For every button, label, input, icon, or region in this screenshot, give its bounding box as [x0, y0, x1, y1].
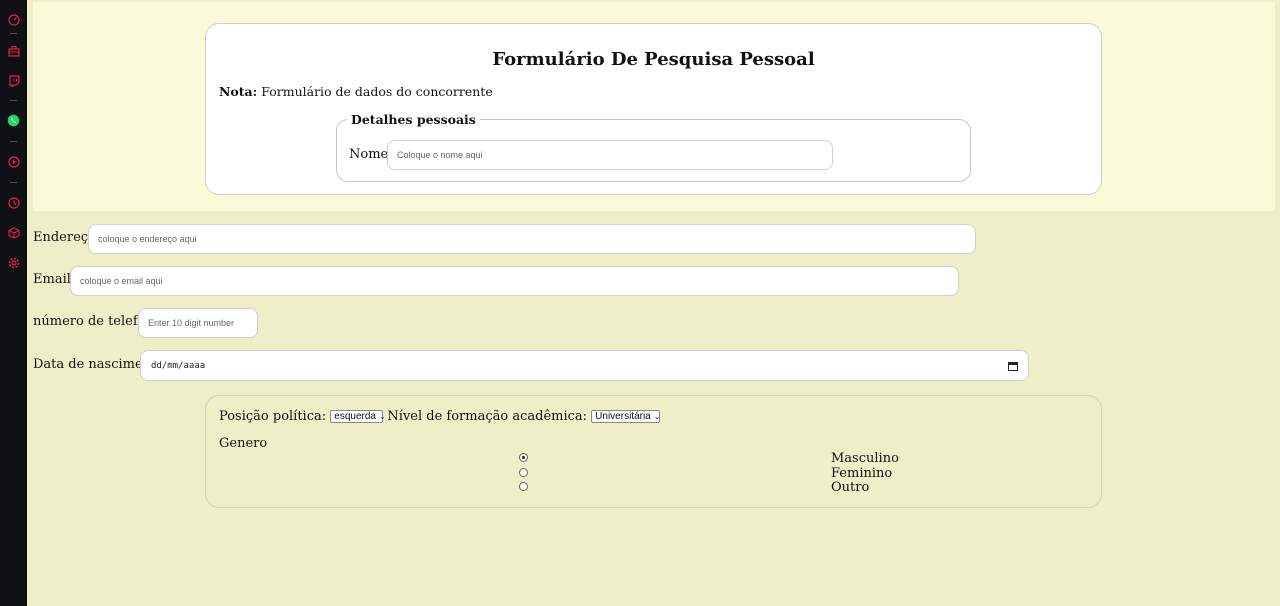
sidebar — [0, 0, 27, 606]
briefcase-icon[interactable] — [7, 44, 20, 57]
politics-select[interactable]: esquerda ⌄ — [330, 410, 386, 423]
personal-details-legend: Detalhes pessoais — [351, 112, 476, 127]
education-select[interactable]: Universitária ⌄ — [591, 410, 660, 423]
gear-icon[interactable] — [7, 256, 20, 269]
gender-option-label: Feminino — [831, 466, 893, 481]
preferences-card: Posição política: esquerda ⌄ Nível de for… — [205, 395, 1102, 508]
selects-row: Posição política: esquerda ⌄ Nível de for… — [219, 409, 660, 424]
whatsapp-icon[interactable] — [7, 114, 20, 127]
note-label: Nota: — [219, 84, 258, 99]
address-input[interactable]: coloque o endereço aqui — [88, 224, 976, 254]
politics-value: esquerda — [334, 411, 376, 422]
personal-details-fieldset: Detalhes pessoais Nome: Coloque o nome a… — [336, 112, 971, 182]
note: Nota: Formulário de dados do concorrente — [219, 84, 493, 99]
gender-radio-masculino[interactable] — [519, 453, 528, 462]
gender-radio-outro[interactable] — [519, 482, 528, 491]
twitch-icon[interactable] — [7, 74, 20, 87]
gender-radio-feminino[interactable] — [519, 468, 528, 477]
birthdate-value: dd/mm/aaaa — [151, 360, 206, 371]
cube-icon[interactable] — [7, 226, 20, 239]
header-card: Formulário De Pesquisa Pessoal Nota: For… — [205, 23, 1102, 195]
email-input[interactable]: coloque o email aqui — [70, 266, 959, 296]
education-label: Nível de formação acadêmica: — [387, 409, 588, 424]
chevron-down-icon: ⌄ — [653, 412, 661, 421]
gender-option-label: Outro — [831, 480, 870, 495]
calendar-icon[interactable] — [1008, 361, 1018, 371]
gender-option-label: Masculino — [831, 451, 899, 466]
name-input[interactable]: Coloque o nome aqui — [387, 140, 833, 170]
note-text: Formulário de dados do concorrente — [257, 84, 493, 99]
education-value: Universitária — [595, 411, 651, 422]
phone-input[interactable]: Enter 10 digit number — [138, 308, 258, 338]
birthdate-input[interactable]: dd/mm/aaaa — [140, 350, 1029, 381]
clock-icon[interactable] — [7, 196, 20, 209]
email-label: Email: — [33, 272, 76, 287]
page-title: Formulário De Pesquisa Pessoal — [492, 49, 815, 70]
politics-label: Posição política: — [219, 409, 327, 424]
gender-label: Genero — [219, 436, 268, 451]
play-icon[interactable] — [7, 155, 20, 168]
chevron-down-icon: ⌄ — [378, 412, 386, 421]
speedometer-icon[interactable] — [7, 13, 20, 26]
